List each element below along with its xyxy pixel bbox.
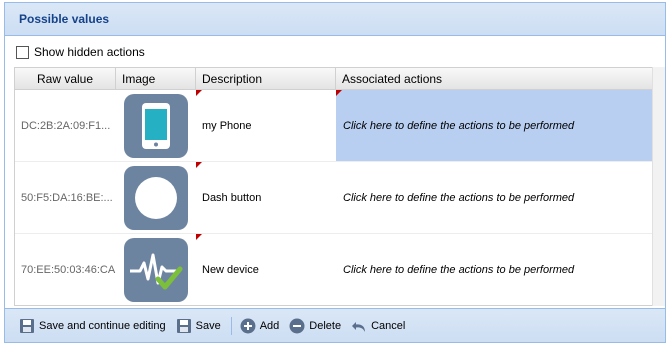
show-hidden-checkbox[interactable] (16, 45, 29, 59)
show-hidden-label: Show hidden actions (34, 45, 145, 59)
actions-link[interactable]: Click here to define the actions to be p… (343, 120, 574, 132)
raw-value-cell[interactable]: DC:2B:2A:09:F1... (15, 90, 116, 161)
image-cell[interactable] (116, 234, 196, 305)
description-text: my Phone (202, 119, 252, 132)
description-text: Dash button (202, 191, 262, 204)
column-header-associated-actions[interactable]: Associated actions (336, 68, 656, 89)
description-cell[interactable]: Dash button (196, 162, 336, 233)
table-row[interactable]: 70:EE:50:03:46:CA New device Click here … (15, 234, 658, 305)
modified-marker (196, 162, 202, 168)
plus-circle-icon (240, 318, 256, 333)
phone-icon (124, 93, 188, 158)
floppy-icon (20, 318, 34, 333)
panel-title: Possible values (19, 12, 110, 26)
actions-link[interactable]: Click here to define the actions to be p… (343, 192, 574, 204)
save-and-continue-label: Save and continue editing (39, 319, 166, 332)
minus-circle-icon (289, 318, 305, 333)
actions-cell[interactable]: Click here to define the actions to be p… (336, 234, 656, 305)
image-cell[interactable] (116, 162, 196, 233)
values-grid: Raw value Image Description Associated a… (14, 67, 658, 306)
cancel-button[interactable]: Cancel (351, 318, 405, 334)
description-cell[interactable]: my Phone (196, 90, 336, 161)
possible-values-panel: Possible values Show hidden actions Raw … (4, 2, 666, 343)
table-row[interactable]: 50:F5:DA:16:BE:... Dash button Click her… (15, 162, 658, 234)
actions-link[interactable]: Click here to define the actions to be p… (343, 264, 574, 276)
delete-label: Delete (309, 319, 342, 332)
activity-check-icon (124, 237, 188, 302)
image-cell[interactable] (116, 90, 196, 161)
add-label: Add (259, 319, 280, 332)
description-cell[interactable]: New device (196, 234, 336, 305)
raw-value-cell[interactable]: 70:EE:50:03:46:CA (15, 234, 116, 305)
save-label: Save (195, 319, 221, 332)
vertical-scrollbar[interactable] (652, 67, 665, 306)
delete-button[interactable]: Delete (289, 318, 341, 334)
table-row[interactable]: DC:2B:2A:09:F1... my Phone Click here to… (15, 90, 658, 162)
modified-marker (196, 90, 202, 96)
modified-marker (196, 234, 202, 240)
floppy-icon (176, 318, 191, 333)
column-header-description[interactable]: Description (196, 68, 336, 89)
cancel-label: Cancel (371, 319, 406, 332)
grid-header: Raw value Image Description Associated a… (15, 68, 658, 90)
bottom-toolbar: Save and continue editing Save Add Delet… (5, 308, 665, 342)
column-header-raw-value[interactable]: Raw value (15, 68, 116, 89)
toolbar-separator (230, 316, 232, 335)
raw-value-cell[interactable]: 50:F5:DA:16:BE:... (15, 162, 116, 233)
circle-button-icon (124, 165, 188, 230)
modified-marker (336, 90, 342, 96)
save-and-continue-button[interactable]: Save and continue editing (19, 318, 166, 334)
column-header-image[interactable]: Image (116, 68, 196, 89)
actions-cell[interactable]: Click here to define the actions to be p… (336, 90, 656, 161)
panel-header: Possible values (5, 3, 665, 36)
add-button[interactable]: Add (240, 318, 280, 334)
show-hidden-actions-option[interactable]: Show hidden actions (16, 41, 145, 63)
save-button[interactable]: Save (176, 318, 221, 334)
description-text: New device (202, 263, 259, 276)
actions-cell[interactable]: Click here to define the actions to be p… (336, 162, 656, 233)
undo-icon (352, 321, 366, 332)
